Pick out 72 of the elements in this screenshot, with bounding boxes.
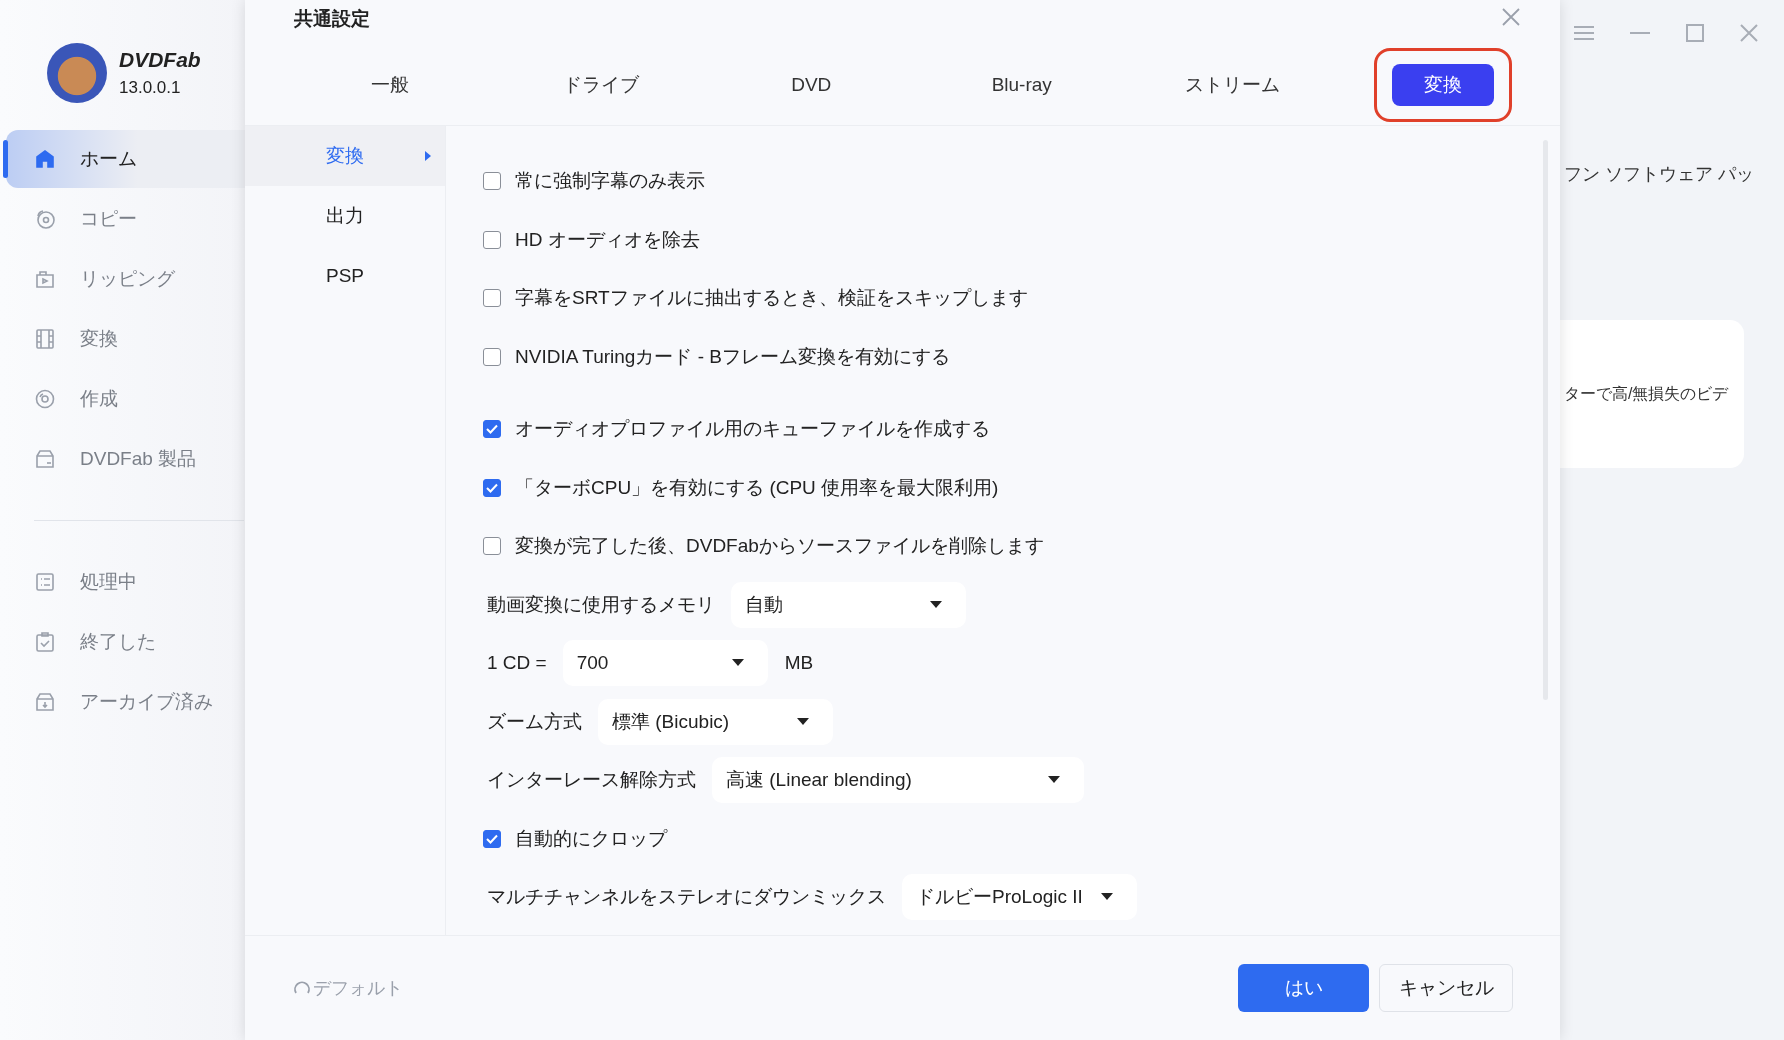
checkbox[interactable] xyxy=(483,829,501,848)
checkbox-label: 「ターボCPU」を有効にする (CPU 使用率を最大限利用) xyxy=(515,475,999,500)
sidebar-item[interactable]: DVDFab 製品 xyxy=(6,430,245,488)
sidebar-item[interactable]: 処理中 xyxy=(6,553,245,611)
sidebar-item[interactable]: アーカイブ済み xyxy=(6,673,245,731)
checkbox-label: 自動的にクロップ xyxy=(515,826,667,851)
tab[interactable]: DVD xyxy=(759,66,864,104)
box-icon xyxy=(34,448,56,470)
sidebar-item[interactable]: コピー xyxy=(6,190,245,248)
caret-icon xyxy=(930,600,942,609)
caret-icon xyxy=(797,717,809,726)
dropdown[interactable]: 標準 (Bicubic) xyxy=(598,698,833,745)
tab[interactable]: 一般 xyxy=(339,64,442,106)
film-icon xyxy=(34,328,56,350)
checkbox[interactable] xyxy=(483,537,501,556)
home-icon xyxy=(34,148,56,170)
checkbox-label: NVIDIA Turingカード - Bフレーム変換を有効にする xyxy=(515,344,950,369)
banner-text: フン ソフトウェア パッ xyxy=(1563,163,1755,186)
clipboard-icon xyxy=(34,631,56,653)
list-icon xyxy=(34,571,56,593)
field-label: 動画変換に使用するメモリ xyxy=(486,592,715,617)
caret-icon xyxy=(425,151,431,161)
app-name: DVDFab xyxy=(119,48,201,72)
folder-icon xyxy=(34,268,56,290)
dropdown[interactable]: ドルビーProLogic II xyxy=(902,874,1137,921)
sidebar-item[interactable]: ホーム xyxy=(6,130,245,188)
checkbox[interactable] xyxy=(483,289,501,308)
archive-box-icon xyxy=(34,691,56,713)
sidebar-item[interactable]: 終了した xyxy=(6,613,245,671)
subnav-item[interactable]: 変換 xyxy=(245,126,445,186)
field-label: マルチチャンネルをステレオにダウンミックス xyxy=(486,885,886,910)
tab[interactable]: ストリーム xyxy=(1152,64,1312,106)
checkbox-label: オーディオプロファイル用のキューファイルを作成する xyxy=(515,417,990,442)
checkbox-label: HD オーディオを除去 xyxy=(515,227,700,252)
dropdown[interactable]: 自動 xyxy=(731,581,966,628)
tab[interactable]: Blu-ray xyxy=(959,66,1084,104)
sidebar-item[interactable]: リッピング xyxy=(6,250,245,308)
app-version: 13.0.0.1 xyxy=(119,78,182,98)
checkbox[interactable] xyxy=(483,230,501,249)
sidebar-item[interactable]: 変換 xyxy=(6,310,245,368)
checkbox[interactable] xyxy=(483,172,501,191)
cancel-button[interactable]: キャンセル xyxy=(1379,964,1513,1012)
checkbox[interactable] xyxy=(483,347,501,366)
maximize-icon[interactable] xyxy=(1686,24,1704,42)
checkbox-label: 常に強制字幕のみ表示 xyxy=(515,169,705,194)
dialog-title: 共通設定 xyxy=(294,7,370,31)
subnav-item[interactable]: PSP xyxy=(245,246,445,306)
dropdown[interactable]: 700 xyxy=(562,640,768,687)
close-icon[interactable] xyxy=(1500,6,1522,28)
card-text: ターで高/無損失のビデ xyxy=(1563,383,1729,404)
caret-icon xyxy=(1101,893,1113,902)
ok-button[interactable]: はい xyxy=(1238,964,1369,1012)
caret-icon xyxy=(731,659,744,668)
tab[interactable]: ドライブ xyxy=(530,64,671,106)
close-icon[interactable] xyxy=(1740,24,1758,42)
field-label: 1 CD = xyxy=(486,652,547,675)
caret-icon xyxy=(1048,776,1060,785)
checkbox[interactable] xyxy=(483,478,501,497)
disc-icon xyxy=(34,208,56,230)
field-label: ズーム方式 xyxy=(486,709,582,734)
dropdown[interactable]: 高速 (Linear blending) xyxy=(712,757,1084,804)
tab[interactable]: 変換 xyxy=(1391,64,1494,106)
minimize-icon[interactable] xyxy=(1630,31,1650,35)
checkbox-label: 字幕をSRTファイルに抽出するとき、検証をスキップします xyxy=(515,286,1028,311)
sidebar-item[interactable]: 作成 xyxy=(6,370,245,428)
field-label: インターレース解除方式 xyxy=(486,768,696,793)
checkbox-label: 変換が完了した後、DVDFabからソースファイルを削除します xyxy=(515,534,1044,559)
disc-icon xyxy=(34,388,56,410)
checkbox[interactable] xyxy=(483,420,501,439)
menu-icon[interactable] xyxy=(1574,25,1594,41)
subnav-item[interactable]: 出力 xyxy=(245,186,445,246)
unit-label: MB xyxy=(784,652,814,675)
